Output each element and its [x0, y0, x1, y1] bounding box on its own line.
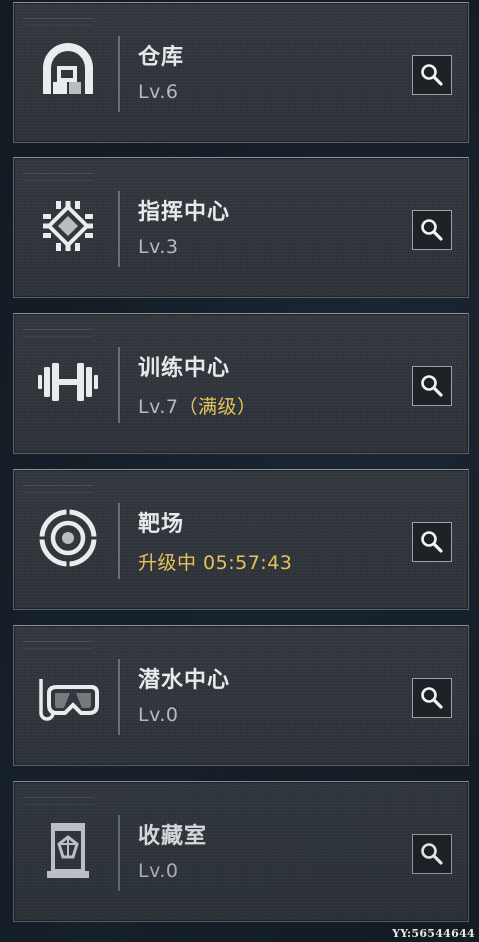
magnifier-icon: [421, 687, 443, 709]
max-level-badge: （满级）: [178, 396, 257, 418]
facility-card-training-center[interactable]: 训练中心 Lv.7（满级）: [13, 313, 469, 454]
magnifier-icon: [421, 64, 443, 86]
upgrade-timer: 升级中 05:57:43: [138, 552, 293, 574]
divider: [118, 815, 120, 891]
card-tagline-decoration: [23, 641, 93, 649]
facility-name: 靶场: [138, 512, 185, 537]
facility-name: 指挥中心: [138, 200, 231, 225]
search-button[interactable]: [412, 210, 452, 250]
diving-mask-icon: [32, 658, 104, 730]
command-center-icon: [32, 190, 104, 262]
facility-card-shooting-range[interactable]: 靶场 升级中 05:57:43: [13, 469, 469, 610]
facility-name: 收藏室: [138, 824, 208, 849]
display-case-icon: [32, 814, 104, 886]
facility-name: 训练中心: [138, 356, 231, 381]
search-button[interactable]: [412, 55, 452, 95]
card-tagline-decoration: [23, 329, 93, 337]
target-icon: [32, 502, 104, 574]
search-button[interactable]: [412, 522, 452, 562]
divider: [118, 36, 120, 112]
facility-card-collection-room[interactable]: 收藏室 Lv.0: [13, 781, 469, 922]
search-button[interactable]: [412, 366, 452, 406]
facility-level: Lv.0: [138, 704, 179, 726]
magnifier-icon: [421, 531, 443, 553]
magnifier-icon: [421, 375, 443, 397]
card-tagline-decoration: [23, 485, 93, 493]
magnifier-icon: [421, 219, 443, 241]
divider: [118, 659, 120, 735]
divider: [118, 503, 120, 579]
dumbbell-icon: [32, 346, 104, 418]
facility-card-diving-center[interactable]: 潜水中心 Lv.0: [13, 625, 469, 766]
facility-level: Lv.3: [138, 236, 179, 258]
facility-level: Lv.6: [138, 81, 179, 103]
card-tagline-decoration: [23, 797, 93, 805]
facility-card-command-center[interactable]: 指挥中心 Lv.3: [13, 157, 469, 298]
warehouse-icon: [32, 35, 104, 107]
facility-name: 仓库: [138, 45, 185, 70]
facility-level: Lv.0: [138, 860, 179, 882]
magnifier-icon: [421, 843, 443, 865]
search-button[interactable]: [412, 834, 452, 874]
divider: [118, 191, 120, 267]
search-button[interactable]: [412, 678, 452, 718]
card-tagline-decoration: [23, 173, 93, 181]
facility-level: Lv.7（满级）: [138, 396, 257, 418]
divider: [118, 347, 120, 423]
watermark: YY:56544644: [392, 927, 475, 940]
card-tagline-decoration: [23, 18, 93, 26]
facility-card-warehouse[interactable]: 仓库 Lv.6: [13, 2, 469, 143]
facility-name: 潜水中心: [138, 668, 231, 693]
